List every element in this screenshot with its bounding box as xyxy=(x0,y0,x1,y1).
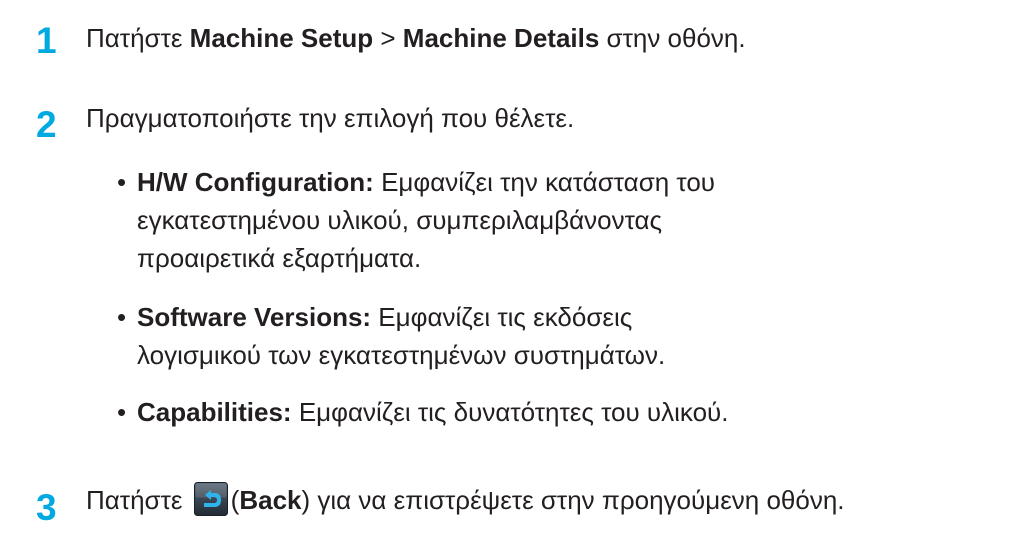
step-text: Πατήστε (Back) για να επιστρέψετε στην π… xyxy=(86,482,845,517)
bullet-term: Software Versions: xyxy=(137,302,372,332)
step-number: 3 xyxy=(36,487,57,528)
bullet-text: Software Versions: Εμφανίζει τις εκδόσει… xyxy=(137,298,737,374)
bullet-text: H/W Configuration: Εμφανίζει την κατάστα… xyxy=(137,163,737,277)
bullet-marker: • xyxy=(117,167,127,197)
step-text-prefix: Πατήστε xyxy=(86,23,190,53)
step-number: 2 xyxy=(36,104,57,145)
step-number: 1 xyxy=(36,20,57,61)
step-2: 2 Πραγματοποιήστε την επιλογή που θέλετε… xyxy=(0,97,1020,145)
bullet-term: Capabilities: xyxy=(137,397,292,427)
bullet-desc: Εμφανίζει τις δυνατότητες του υλικού. xyxy=(291,397,729,427)
step-3: 3 Πατήστε (Back) για να επιστρέψετε στην… xyxy=(0,478,1020,528)
back-arrow-icon xyxy=(193,482,228,516)
step-text-suffix: ) για να επιστρέψετε στην προηγούμενη οθ… xyxy=(301,485,845,515)
step-1: 1 Πατήστε Machine Setup > Machine Detail… xyxy=(0,19,1020,63)
bullet-term: H/W Configuration: xyxy=(137,167,374,197)
step-text-prefix: Πατήστε xyxy=(86,485,190,515)
menu-path-machine-setup: Machine Setup xyxy=(189,23,374,53)
bullet-text: Capabilities: Εμφανίζει τις δυνατότητες … xyxy=(137,393,737,431)
menu-path-separator: > xyxy=(373,23,403,53)
step-text: Πατήστε Machine Setup > Machine Details … xyxy=(86,21,746,55)
bullet-marker: • xyxy=(117,397,127,427)
back-label: Back xyxy=(239,485,302,515)
bullet-marker: • xyxy=(117,302,127,332)
menu-path-machine-details: Machine Details xyxy=(402,23,600,53)
step-text-suffix: στην οθόνη. xyxy=(599,23,746,53)
step-text: Πραγματοποιήστε την επιλογή που θέλετε. xyxy=(86,103,575,133)
